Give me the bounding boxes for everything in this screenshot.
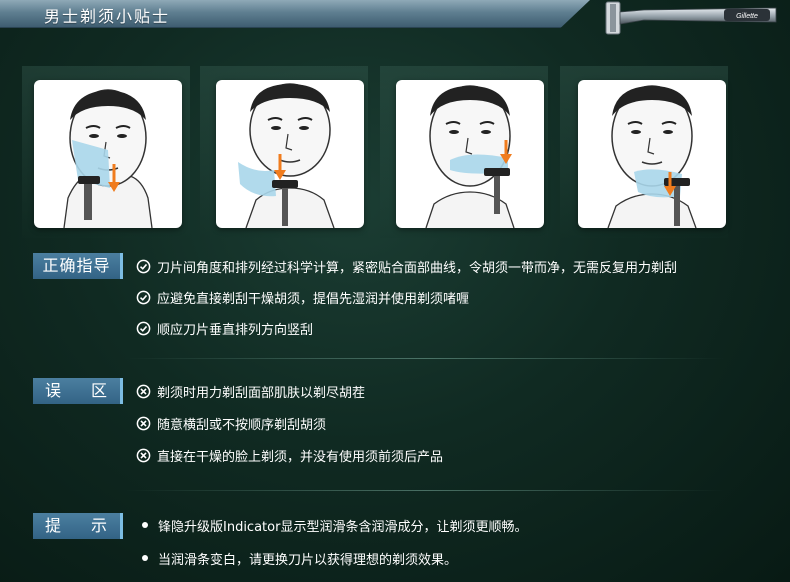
correct-item-text: 顺应刀片垂直排列方向竖刮 <box>157 322 314 338</box>
x-circle-icon <box>136 448 151 462</box>
section-divider <box>125 490 725 491</box>
mistakes-label: 误 区 <box>33 378 123 404</box>
check-circle-icon <box>136 321 151 335</box>
correct-item: 顺应刀片垂直排列方向竖刮 <box>136 318 313 338</box>
mistakes-label-left: 误 <box>45 381 63 400</box>
tips-label: 提 示 <box>33 513 123 539</box>
razor-product-image: Gillette <box>605 1 777 35</box>
shaving-step-4-illustration <box>578 80 726 228</box>
section-divider <box>125 358 725 359</box>
mistake-item-text: 剃须时用力剃刮面部肌肤以剃尽胡茬 <box>157 385 366 401</box>
tips-label-right: 示 <box>90 516 108 535</box>
bullet-icon <box>142 555 148 561</box>
tip-item-text: 当润滑条变白，请更换刀片以获得理想的剃须效果。 <box>158 552 458 568</box>
tip-item: 当润滑条变白，请更换刀片以获得理想的剃须效果。 <box>136 548 457 568</box>
mistake-item-text: 直接在干燥的脸上剃须，并没有使用须前须后产品 <box>157 449 444 465</box>
x-circle-icon <box>136 416 151 430</box>
correct-item: 刀片间角度和排列经过科学计算，紧密贴合面部曲线，令胡须一带而净，无需反复用力剃刮 <box>136 256 677 276</box>
shaving-step-1-illustration <box>34 80 182 228</box>
tips-label-left: 提 <box>45 516 63 535</box>
correct-guide-label: 正确指导 <box>33 253 123 279</box>
razor-brand-label: Gillette <box>736 13 758 20</box>
correct-item-text: 应避免直接剃刮干燥胡须，提倡先湿润并使用剃须啫喱 <box>157 291 470 307</box>
x-circle-icon <box>136 384 151 398</box>
correct-item: 应避免直接剃刮干燥胡须，提倡先湿润并使用剃须啫喱 <box>136 287 469 307</box>
mistakes-label-right: 区 <box>90 381 108 400</box>
tip-item: 锋隐升级版Indicator显示型润滑条含润滑成分，让剃须更顺畅。 <box>136 515 527 535</box>
mistake-item: 直接在干燥的脸上剃须，并没有使用须前须后产品 <box>136 445 443 465</box>
check-circle-icon <box>136 290 151 304</box>
bullet-icon <box>142 522 148 528</box>
mistake-item-text: 随意横刮或不按顺序剃刮胡须 <box>157 417 327 433</box>
shaving-step-3-illustration <box>396 80 544 228</box>
mistake-item: 随意横刮或不按顺序剃刮胡须 <box>136 413 326 433</box>
mistake-item: 剃须时用力剃刮面部肌肤以剃尽胡茬 <box>136 381 365 401</box>
correct-item-text: 刀片间角度和排列经过科学计算，紧密贴合面部曲线，令胡须一带而净，无需反复用力剃刮 <box>157 260 678 276</box>
shaving-step-2-illustration <box>216 80 364 228</box>
check-circle-icon <box>136 259 151 273</box>
page-title: 男士剃须小贴士 <box>44 7 171 26</box>
tip-item-text: 锋隐升级版Indicator显示型润滑条含润滑成分，让剃须更顺畅。 <box>158 519 528 535</box>
